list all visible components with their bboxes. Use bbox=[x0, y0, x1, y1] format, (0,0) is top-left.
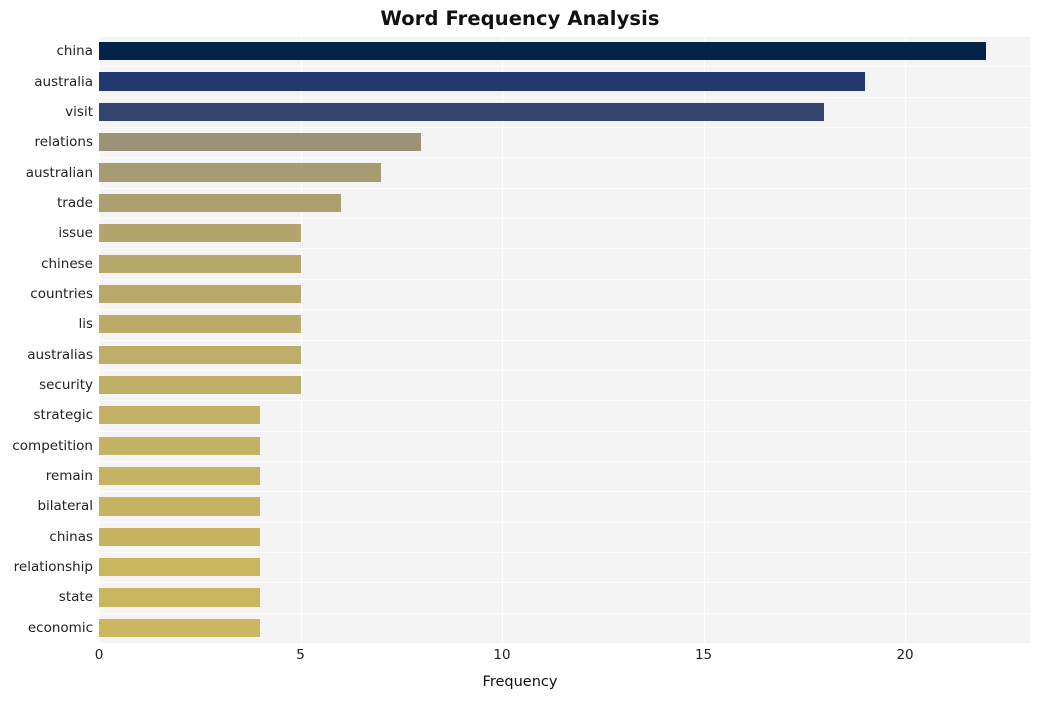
y-tick-label-lis: lis bbox=[78, 316, 93, 333]
word-frequency-chart-figure: Word Frequency Analysis china australia vi… bbox=[0, 0, 1040, 701]
y-tick-label-bilateral: bilateral bbox=[37, 498, 93, 515]
bar-row bbox=[99, 193, 1030, 213]
y-tick-label-strategic: strategic bbox=[33, 407, 94, 424]
plot-area bbox=[99, 36, 1030, 644]
y-tick-label-australia: australia bbox=[34, 73, 93, 90]
bar-chinas bbox=[99, 527, 261, 546]
y-axis-tick-labels: china australia visit relations australian tr… bbox=[0, 36, 93, 643]
bar-row bbox=[99, 497, 1030, 516]
y-tick-label-china: china bbox=[56, 43, 93, 60]
bar-row bbox=[99, 224, 1030, 243]
x-tick-label-20: 20 bbox=[896, 647, 914, 663]
bar-chinese bbox=[99, 254, 301, 273]
chart-title: Word Frequency Analysis bbox=[380, 7, 660, 30]
bar-competition bbox=[99, 436, 261, 455]
y-tick-label-chinas: chinas bbox=[49, 528, 93, 545]
bar-row bbox=[99, 42, 1030, 61]
bar-australia bbox=[99, 72, 865, 91]
bar-state bbox=[99, 588, 261, 607]
y-tick-label-relationship: relationship bbox=[13, 559, 93, 576]
bar-row bbox=[99, 558, 1030, 577]
y-tick-label-countries: countries bbox=[30, 285, 93, 302]
bar-issue bbox=[99, 224, 301, 243]
bar-row bbox=[99, 466, 1030, 486]
x-tick-label-0: 0 bbox=[94, 647, 104, 663]
bar-row bbox=[99, 375, 1030, 395]
y-tick-label-security: security bbox=[39, 377, 93, 394]
bar-china bbox=[99, 42, 986, 61]
y-tick-label-remain: remain bbox=[45, 468, 93, 485]
y-tick-label-relations: relations bbox=[34, 134, 93, 151]
y-tick-label-issue: issue bbox=[58, 225, 93, 242]
y-tick-label-trade: trade bbox=[57, 194, 93, 211]
bar-relations bbox=[99, 133, 422, 152]
bar-row bbox=[99, 345, 1030, 364]
bar-relationship bbox=[99, 558, 261, 577]
y-tick-label-chinese: chinese bbox=[41, 255, 93, 272]
y-tick-label-competition: competition bbox=[12, 437, 93, 454]
bar-visit bbox=[99, 102, 825, 121]
bar-row bbox=[99, 436, 1030, 455]
x-tick-label-10: 10 bbox=[493, 647, 511, 663]
bar-series bbox=[99, 36, 1030, 643]
bar-strategic bbox=[99, 406, 261, 425]
bar-row bbox=[99, 163, 1030, 182]
y-tick-label-visit: visit bbox=[65, 103, 93, 120]
bar-row bbox=[99, 102, 1030, 121]
bar-row bbox=[99, 284, 1030, 304]
bar-bilateral bbox=[99, 497, 261, 516]
bar-remain bbox=[99, 466, 261, 486]
bar-row bbox=[99, 254, 1030, 273]
y-tick-label-australian: australian bbox=[25, 164, 93, 181]
x-axis-tick-labels: 0 5 10 15 20 bbox=[0, 643, 1040, 673]
bar-row bbox=[99, 588, 1030, 607]
bar-economic bbox=[99, 618, 261, 637]
bar-row bbox=[99, 72, 1030, 91]
bar-trade bbox=[99, 193, 341, 213]
x-tick-label-15: 15 bbox=[694, 647, 713, 663]
bar-australian bbox=[99, 163, 382, 182]
bar-security bbox=[99, 375, 301, 395]
bar-row bbox=[99, 315, 1030, 334]
bar-lis bbox=[99, 315, 301, 334]
bar-countries bbox=[99, 284, 301, 304]
y-tick-label-state: state bbox=[58, 589, 93, 606]
y-tick-label-economic: economic bbox=[27, 619, 93, 636]
bar-row bbox=[99, 133, 1030, 152]
bar-row bbox=[99, 406, 1030, 425]
bar-row bbox=[99, 527, 1030, 546]
bar-australias bbox=[99, 345, 301, 364]
bar-row bbox=[99, 618, 1030, 637]
x-tick-label-5: 5 bbox=[296, 647, 305, 663]
y-tick-label-australias: australias bbox=[27, 346, 93, 363]
x-axis-title: Frequency bbox=[482, 674, 558, 690]
